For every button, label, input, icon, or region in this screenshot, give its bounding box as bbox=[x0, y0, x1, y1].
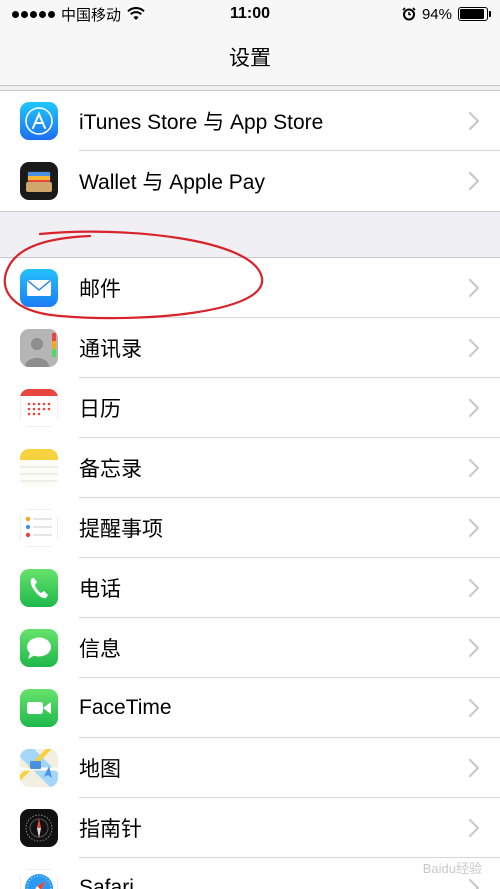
page-title: 设置 bbox=[229, 46, 271, 70]
safari-icon bbox=[20, 869, 58, 889]
navigation-bar: 设置 bbox=[0, 28, 500, 86]
settings-row-messages[interactable]: 信息 bbox=[0, 618, 500, 678]
settings-row-reminders[interactable]: 提醒事项 bbox=[0, 498, 500, 558]
settings-row-label: Wallet 与 Apple Pay bbox=[79, 171, 265, 194]
wifi-icon bbox=[127, 7, 145, 20]
chevron-right-icon bbox=[468, 398, 480, 418]
settings-row-label: 备忘录 bbox=[79, 458, 142, 481]
facetime-icon bbox=[20, 689, 58, 727]
chevron-right-icon bbox=[468, 578, 480, 598]
settings-row-label: 日历 bbox=[79, 398, 121, 421]
watermark-text: Baidu经验 bbox=[422, 861, 482, 876]
settings-row-label: 邮件 bbox=[79, 278, 121, 301]
alarm-icon bbox=[402, 7, 416, 21]
reminders-icon bbox=[20, 509, 58, 547]
settings-row-maps[interactable]: 地图 bbox=[0, 738, 500, 798]
settings-row-app-store[interactable]: iTunes Store 与 App Store bbox=[0, 91, 500, 151]
chevron-right-icon bbox=[468, 338, 480, 358]
chevron-right-icon bbox=[468, 638, 480, 658]
calendar-icon bbox=[20, 389, 58, 427]
notes-icon bbox=[20, 449, 58, 487]
status-right: 94% bbox=[308, 5, 491, 23]
chevron-right-icon bbox=[468, 458, 480, 478]
settings-row-label: 地图 bbox=[79, 758, 121, 781]
compass-icon bbox=[20, 809, 58, 847]
settings-row-label: iTunes Store 与 App Store bbox=[79, 111, 324, 134]
carrier-name: 中国移动 bbox=[61, 6, 122, 24]
settings-row-label: 信息 bbox=[79, 638, 121, 661]
chevron-right-icon bbox=[468, 698, 480, 718]
maps-icon bbox=[20, 749, 58, 787]
settings-row-compass[interactable]: 指南针 bbox=[0, 798, 500, 858]
settings-row-label: FaceTime bbox=[79, 696, 172, 719]
settings-row-label: 通讯录 bbox=[79, 338, 142, 361]
settings-group-apps: 邮件通讯录日历备忘录提醒事项电话信息 FaceTime 地图指南针 Safari bbox=[0, 257, 500, 889]
settings-row-mail[interactable]: 邮件 bbox=[0, 258, 500, 318]
status-left: 中国移动 bbox=[12, 4, 192, 25]
chevron-right-icon bbox=[468, 878, 480, 889]
settings-row-label: 电话 bbox=[79, 578, 121, 601]
settings-row-phone[interactable]: 电话 bbox=[0, 558, 500, 618]
battery-percent: 94% bbox=[421, 5, 452, 23]
status-bar: 中国移动 11:00 94% bbox=[0, 0, 500, 28]
phone-icon bbox=[20, 569, 58, 607]
chevron-right-icon bbox=[468, 818, 480, 838]
battery-fill bbox=[460, 9, 485, 19]
chevron-right-icon bbox=[468, 111, 480, 131]
signal-strength-icon bbox=[12, 10, 55, 18]
settings-row-facetime[interactable]: FaceTime bbox=[0, 678, 500, 738]
chevron-right-icon bbox=[468, 278, 480, 298]
settings-row-label: Safari bbox=[79, 876, 134, 889]
contacts-icon bbox=[20, 329, 58, 367]
settings-row-label: 指南针 bbox=[79, 818, 142, 841]
app-store-icon bbox=[20, 102, 58, 140]
chevron-right-icon bbox=[468, 518, 480, 538]
battery-icon bbox=[458, 7, 491, 21]
chevron-right-icon bbox=[468, 758, 480, 778]
settings-row-calendar[interactable]: 日历 bbox=[0, 378, 500, 438]
wallet-icon bbox=[20, 162, 58, 200]
settings-row-label: 提醒事项 bbox=[79, 518, 163, 541]
settings-row-contacts[interactable]: 通讯录 bbox=[0, 318, 500, 378]
chevron-right-icon bbox=[468, 171, 480, 191]
status-time: 11:00 bbox=[229, 5, 271, 22]
settings-group-stores: iTunes Store 与 App Store Wallet 与 Apple P… bbox=[0, 90, 500, 212]
mail-icon bbox=[20, 269, 58, 307]
messages-icon bbox=[20, 629, 58, 667]
settings-row-notes[interactable]: 备忘录 bbox=[0, 438, 500, 498]
settings-row-wallet[interactable]: Wallet 与 Apple Pay bbox=[0, 151, 500, 211]
